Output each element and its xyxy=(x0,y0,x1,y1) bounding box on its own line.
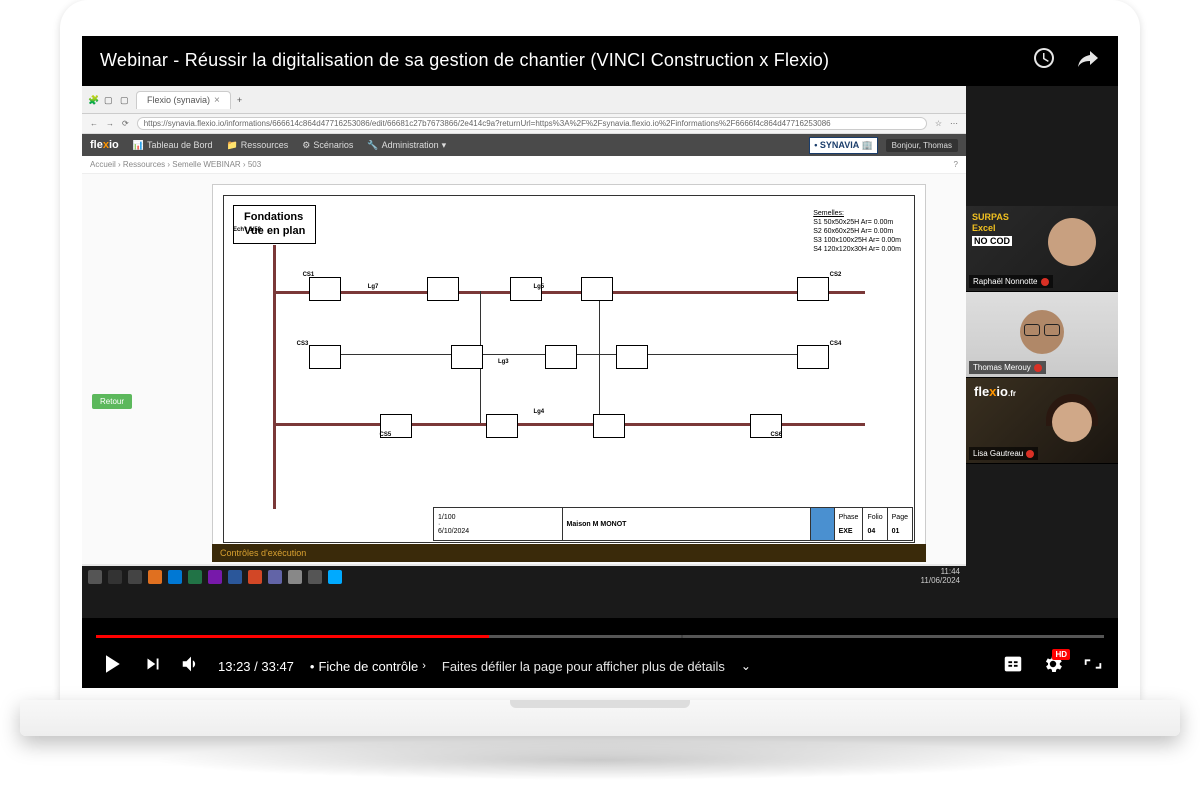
excel-icon[interactable] xyxy=(188,570,202,584)
settings-icon[interactable]: HD xyxy=(1042,653,1064,680)
glasses-icon xyxy=(1024,324,1060,334)
app-icon[interactable] xyxy=(148,570,162,584)
flexio-logo[interactable]: flexio xyxy=(90,139,119,151)
progress-bar[interactable] xyxy=(96,635,1104,638)
mic-off-icon xyxy=(1026,450,1034,458)
teams-icon[interactable] xyxy=(268,570,282,584)
screen-bezel: Webinar - Réussir la digitalisation de s… xyxy=(60,0,1140,700)
shadow xyxy=(150,740,1050,780)
forward-icon[interactable]: → xyxy=(106,119,114,128)
volume-icon[interactable] xyxy=(180,653,202,680)
nav-admin[interactable]: 🔧 Administration ▾ xyxy=(367,140,446,151)
plan-lines: CS1 CS2 CS3 CS4 CS5 CS6 Lg7 Lg5 Lg3 Lg4 xyxy=(273,245,865,473)
nav-dashboard[interactable]: 📊 Tableau de Bord xyxy=(133,140,213,151)
video-player: Webinar - Réussir la digitalisation de s… xyxy=(82,36,1118,688)
mic-off-icon xyxy=(1034,364,1042,372)
partner-badge: • SYNAVIA 🏢 xyxy=(809,137,877,154)
laptop-frame: Webinar - Réussir la digitalisation de s… xyxy=(60,0,1140,760)
theater-icon[interactable] xyxy=(1082,653,1104,680)
plan-area: Retour Enregistrer et fermer → Enregistr… xyxy=(82,174,966,564)
app-icon[interactable] xyxy=(308,570,322,584)
blueprint[interactable]: Fondations Vue en plan Semelles: S1 50x5… xyxy=(212,184,926,554)
share-icon[interactable] xyxy=(1076,46,1100,75)
participant-strip: SURPAS Excel NO COD Raphaël Nonnotte Tho… xyxy=(966,206,1118,464)
browser-toolbar: ← → ⟳ https://synavia.flexio.io/informat… xyxy=(82,114,966,134)
new-tab-icon: ▢ xyxy=(104,95,114,105)
browser-tab[interactable]: Flexio (synavia) × xyxy=(136,91,231,109)
back-button[interactable]: Retour xyxy=(92,394,132,409)
video-header: Webinar - Réussir la digitalisation de s… xyxy=(82,36,1118,85)
watch-later-icon[interactable] xyxy=(1032,46,1056,75)
bg-logo: flexio.fr xyxy=(974,384,1016,399)
next-icon[interactable] xyxy=(142,653,164,680)
app-icon: 🧩 xyxy=(88,95,98,105)
menu-icon[interactable]: ⋯ xyxy=(950,119,958,128)
tab-title: Flexio (synavia) xyxy=(147,95,210,105)
app-icon[interactable] xyxy=(328,570,342,584)
participant-name: Lisa Gautreau xyxy=(969,447,1038,460)
player-controls: 13:23 / 33:47 • Fiche de contrôle › Fait… xyxy=(82,644,1118,688)
scale-label: Ech : 1/50 xyxy=(233,227,261,233)
participant-thumb[interactable]: SURPAS Excel NO COD Raphaël Nonnotte xyxy=(966,206,1118,292)
avatar xyxy=(1048,218,1096,266)
bg-text: SURPAS Excel NO COD xyxy=(972,212,1012,246)
time-display: 13:23 / 33:47 xyxy=(218,659,294,674)
new-tab-button[interactable]: + xyxy=(237,95,242,105)
star-icon[interactable]: ☆ xyxy=(935,119,942,128)
onenote-icon[interactable] xyxy=(208,570,222,584)
avatar xyxy=(1052,402,1092,442)
participant-name: Thomas Merouy xyxy=(969,361,1046,374)
user-chip[interactable]: Bonjour, Thomas xyxy=(886,139,958,152)
app-nav: flexio 📊 Tableau de Bord 📁 Ressources ⚙ … xyxy=(82,134,966,156)
laptop-base xyxy=(20,700,1180,736)
hd-badge: HD xyxy=(1052,649,1070,660)
shared-screen: 🧩 ▢ ▢ Flexio (synavia) × + ← → ⟳ https: xyxy=(82,86,966,588)
start-icon[interactable] xyxy=(88,570,102,584)
reload-icon[interactable]: ⟳ xyxy=(122,119,129,128)
participant-name: Raphaël Nonnotte xyxy=(969,275,1053,288)
nav-resources[interactable]: 📁 Ressources xyxy=(227,140,289,151)
app-icon[interactable] xyxy=(288,570,302,584)
address-bar[interactable]: https://synavia.flexio.io/informations/6… xyxy=(137,117,927,130)
new-tab-icon: ▢ xyxy=(120,95,130,105)
powerpoint-icon[interactable] xyxy=(248,570,262,584)
plan-title: Fondations Vue en plan xyxy=(233,205,316,244)
back-icon[interactable]: ← xyxy=(90,119,98,128)
app-icon[interactable] xyxy=(168,570,182,584)
title-block: 1/100 · 6/10/2024 Maison M MONOT PhaseEX… xyxy=(433,507,913,541)
help-icon[interactable]: ? xyxy=(954,160,958,169)
chapter-link[interactable]: • Fiche de contrôle › xyxy=(310,659,426,674)
taskbar-clock[interactable]: 11:44 11/06/2024 xyxy=(921,568,960,586)
video-title: Webinar - Réussir la digitalisation de s… xyxy=(100,50,829,71)
search-icon[interactable] xyxy=(108,570,122,584)
nav-scenarios[interactable]: ⚙ Scénarios xyxy=(302,140,353,151)
video-content: 🧩 ▢ ▢ Flexio (synavia) × + ← → ⟳ https: xyxy=(82,86,1118,618)
scroll-hint: Faites défiler la page pour afficher plu… xyxy=(442,659,725,674)
browser-tabbar: 🧩 ▢ ▢ Flexio (synavia) × + xyxy=(82,86,966,114)
taskview-icon[interactable] xyxy=(128,570,142,584)
breadcrumb: Accueil › Ressources › Semelle WEBINAR ›… xyxy=(82,156,966,174)
word-icon[interactable] xyxy=(228,570,242,584)
close-icon[interactable]: × xyxy=(214,95,220,106)
windows-taskbar: 11:44 11/06/2024 xyxy=(82,566,966,588)
chevron-down-icon[interactable]: ⌄ xyxy=(741,659,751,673)
captions-icon[interactable] xyxy=(1002,653,1024,680)
plan-legend: Semelles: S1 50x50x25H Ar= 0.00m S2 60x6… xyxy=(809,205,905,258)
participant-thumb[interactable]: Thomas Merouy xyxy=(966,292,1118,378)
participant-thumb[interactable]: flexio.fr Lisa Gautreau xyxy=(966,378,1118,464)
execution-bar[interactable]: Contrôles d'exécution xyxy=(212,544,926,562)
mic-off-icon xyxy=(1041,278,1049,286)
play-icon[interactable] xyxy=(96,649,126,684)
